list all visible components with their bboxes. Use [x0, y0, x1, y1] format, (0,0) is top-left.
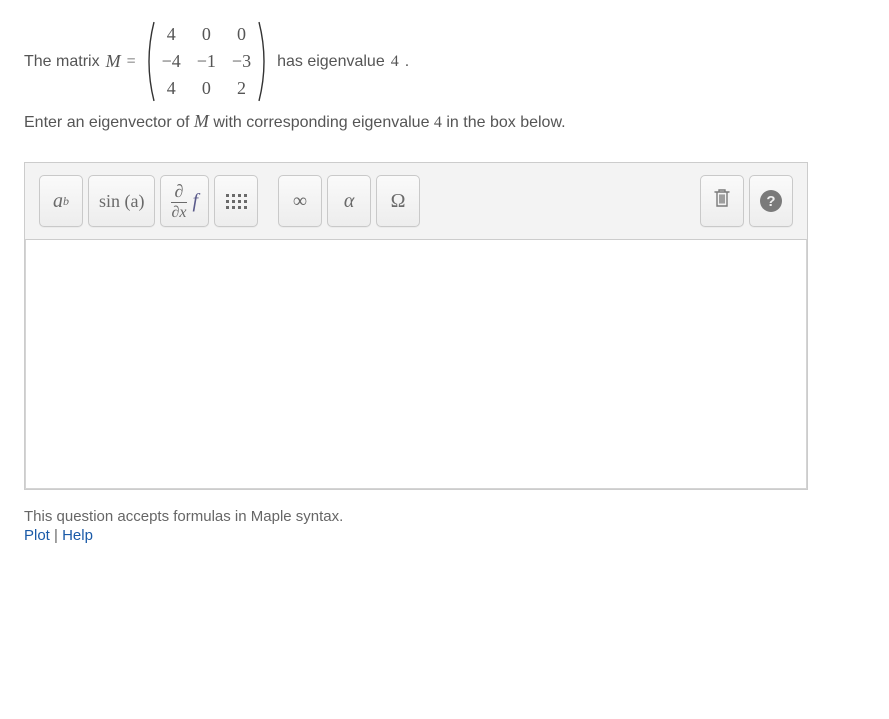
power-base: a [53, 190, 63, 213]
matrix-cell: 4 [162, 78, 181, 99]
line2-a: Enter an eigenvector of [24, 114, 194, 131]
syntax-note: This question accepts formulas in Maple … [24, 508, 865, 525]
derivative-icon: ∂ ∂x f [171, 182, 198, 221]
matrix-cells: 4 0 0 −4 −1 −3 4 0 2 [156, 20, 257, 103]
alpha-icon: α [344, 190, 355, 213]
power-button[interactable]: ab [39, 175, 83, 227]
matrix-cell: 0 [232, 24, 251, 45]
trig-button[interactable]: sin (a) [88, 175, 155, 227]
greek-lowercase-button[interactable]: α [327, 175, 371, 227]
omega-icon: Ω [391, 190, 406, 213]
matrix-cell: −1 [197, 51, 216, 72]
grid-icon [226, 194, 247, 209]
footer-links: Plot | Help [24, 527, 865, 544]
derivative-button[interactable]: ∂ ∂x f [160, 175, 209, 227]
power-exp: b [63, 194, 69, 209]
help-icon: ? [760, 190, 782, 212]
help-button[interactable]: ? [749, 175, 793, 227]
matrix-display: 4 0 0 −4 −1 −3 4 0 2 [142, 20, 271, 103]
prompt-line-1: The matrix M = 4 0 0 −4 −1 −3 4 0 2 has … [24, 20, 865, 103]
trig-label: sin (a) [99, 191, 144, 212]
deriv-f: f [193, 190, 199, 213]
matrix-cell: 0 [197, 78, 216, 99]
matrix-button[interactable] [214, 175, 258, 227]
prompt-suffix-a: has eigenvalue [277, 53, 385, 71]
infinity-icon: ∞ [293, 190, 307, 213]
equals-sign: = [127, 53, 136, 71]
matrix-cell: 4 [162, 24, 181, 45]
trash-icon [713, 188, 731, 214]
line2-c: in the box below. [442, 114, 566, 131]
editor-toolbar: ab sin (a) ∂ ∂x f ∞ [39, 175, 793, 227]
matrix-cell: 0 [197, 24, 216, 45]
prompt-line-2: Enter an eigenvector of M with correspon… [24, 111, 865, 132]
matrix-cell: 2 [232, 78, 251, 99]
right-paren-icon [257, 20, 271, 103]
equation-editor: ab sin (a) ∂ ∂x f ∞ [24, 162, 808, 490]
line2-eigenvalue: 4 [434, 114, 442, 131]
line2-symbol: M [194, 111, 209, 131]
clear-button[interactable] [700, 175, 744, 227]
matrix-cell: −4 [162, 51, 181, 72]
matrix-symbol: M [106, 51, 121, 72]
plot-link[interactable]: Plot [24, 527, 50, 544]
separator: | [50, 527, 62, 544]
prompt-prefix: The matrix [24, 53, 100, 71]
left-paren-icon [142, 20, 156, 103]
matrix-cell: −3 [232, 51, 251, 72]
line2-b: with corresponding eigenvalue [209, 114, 434, 131]
help-link[interactable]: Help [62, 527, 93, 544]
answer-input[interactable] [25, 239, 807, 489]
eigenvalue-text: 4 [391, 53, 399, 71]
deriv-top: ∂ [175, 182, 184, 200]
infinity-button[interactable]: ∞ [278, 175, 322, 227]
prompt-suffix-b: . [405, 53, 409, 71]
deriv-bot: ∂x [171, 205, 186, 221]
greek-uppercase-button[interactable]: Ω [376, 175, 420, 227]
